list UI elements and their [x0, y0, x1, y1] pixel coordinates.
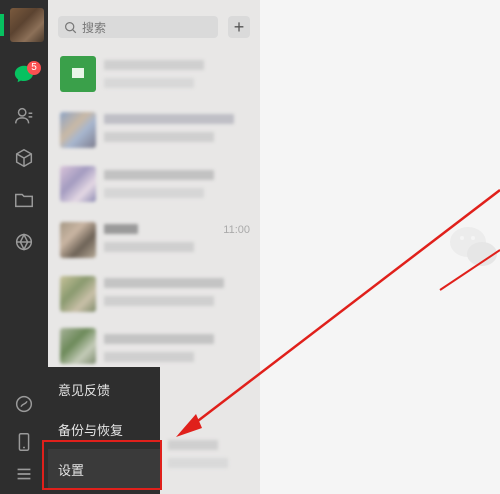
search-placeholder: 搜索 — [82, 20, 107, 35]
search-icon — [65, 21, 77, 33]
search-input[interactable]: 搜索 — [58, 16, 218, 38]
chat-time: 11:00 — [223, 224, 250, 236]
contacts-icon[interactable] — [12, 104, 36, 128]
chat-avatar — [60, 166, 96, 202]
menu-icon[interactable] — [12, 462, 36, 486]
files-icon[interactable] — [12, 188, 36, 212]
avatar[interactable] — [10, 8, 44, 42]
chat-avatar — [60, 222, 96, 258]
chat-item[interactable] — [48, 320, 260, 372]
chat-item[interactable] — [48, 158, 260, 210]
menu-item-feedback[interactable]: 意见反馈 — [48, 369, 160, 409]
chat-item[interactable] — [48, 268, 260, 320]
favorites-icon[interactable] — [12, 146, 36, 170]
chat-avatar — [60, 328, 96, 364]
chat-item[interactable] — [48, 48, 260, 100]
sidebar: 5 — [0, 0, 48, 494]
chat-avatar — [60, 112, 96, 148]
chat-item[interactable] — [48, 104, 260, 156]
unread-badge: 5 — [27, 61, 41, 75]
phone-icon[interactable] — [12, 430, 36, 454]
wechat-logo-icon — [448, 222, 500, 277]
chat-item[interactable]: 11:00 — [48, 214, 260, 266]
add-button[interactable]: + — [228, 16, 250, 38]
chat-avatar — [60, 276, 96, 312]
chat-avatar — [60, 56, 96, 92]
annotation-highlight-box — [42, 440, 162, 490]
moments-icon[interactable] — [12, 230, 36, 254]
avatar-mark — [0, 14, 4, 36]
mini-program-icon[interactable] — [12, 392, 36, 416]
